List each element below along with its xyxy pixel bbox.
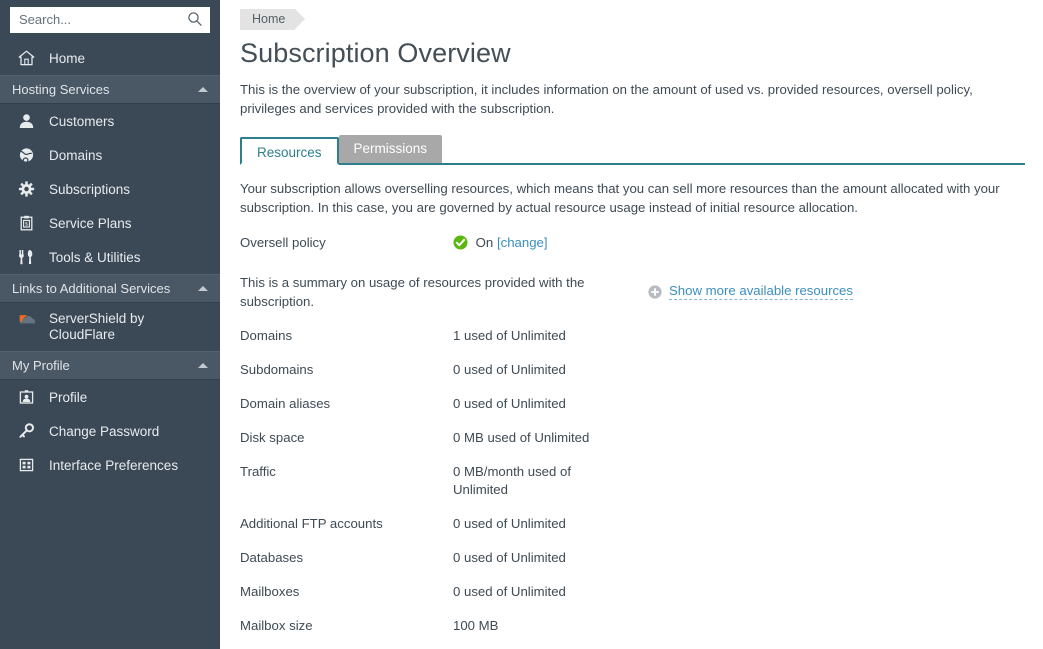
search-input[interactable] bbox=[11, 9, 209, 31]
clipboard-icon: $ bbox=[18, 214, 40, 232]
oversell-policy-label: Oversell policy bbox=[240, 235, 326, 250]
svg-text:$: $ bbox=[25, 222, 28, 228]
resource-value: 0 used of Unlimited bbox=[453, 584, 566, 599]
resource-name: Additional FTP accounts bbox=[240, 516, 383, 531]
resource-name: Mailbox size bbox=[240, 618, 313, 633]
app-root: Home Hosting Services Customers bbox=[0, 0, 1043, 649]
resource-name: Mailboxes bbox=[240, 584, 300, 599]
resource-row: Databases 0 used of Unlimited bbox=[240, 549, 1025, 567]
sidebar-item-interface-preferences[interactable]: Interface Preferences bbox=[0, 448, 220, 482]
sidebar-item-home[interactable]: Home bbox=[0, 41, 220, 75]
sidebar-group-title: My Profile bbox=[12, 358, 70, 373]
page-intro-text: This is the overview of your subscriptio… bbox=[240, 82, 973, 116]
breadcrumb: Home bbox=[240, 0, 1025, 31]
page-title: Subscription Overview bbox=[240, 38, 511, 68]
id-card-icon bbox=[18, 388, 40, 406]
resource-name: Domain aliases bbox=[240, 396, 331, 411]
resource-row: Additional FTP accounts 0 used of Unlimi… bbox=[240, 515, 1025, 533]
show-more-available-resources-button[interactable]: Show more available resources bbox=[648, 283, 853, 300]
summary-text: This is a summary on usage of resources … bbox=[240, 275, 585, 309]
tools-icon bbox=[18, 248, 40, 266]
resource-row: Domains 1 used of Unlimited bbox=[240, 327, 1025, 345]
search-box[interactable] bbox=[10, 7, 210, 33]
home-icon bbox=[18, 49, 40, 67]
grid-icon bbox=[18, 456, 40, 474]
sidebar-item-domains[interactable]: Domains bbox=[0, 138, 220, 172]
sidebar-item-label: Profile bbox=[49, 389, 88, 405]
resource-value: 0 used of Unlimited bbox=[453, 550, 566, 565]
sidebar-item-tools-utilities[interactable]: Tools & Utilities bbox=[0, 240, 220, 274]
resource-name: Domains bbox=[240, 328, 293, 343]
resource-name: Traffic bbox=[240, 464, 276, 479]
chevron-up-icon[interactable] bbox=[198, 363, 208, 368]
sidebar-group-my-profile[interactable]: My Profile bbox=[0, 351, 220, 380]
globe-icon bbox=[18, 146, 40, 164]
user-icon bbox=[18, 112, 40, 130]
resource-row: Mailbox size 100 MB bbox=[240, 617, 1025, 635]
sidebar-item-label: Home bbox=[49, 50, 86, 66]
resource-name: Databases bbox=[240, 550, 304, 565]
oversell-policy-value: On [change] bbox=[453, 234, 548, 255]
sidebar-item-label: Tools & Utilities bbox=[49, 249, 141, 265]
resource-value: 0 used of Unlimited bbox=[453, 362, 566, 377]
search-container bbox=[0, 0, 220, 41]
resource-row: Domain aliases 0 used of Unlimited bbox=[240, 395, 1025, 413]
summary-row: This is a summary on usage of resources … bbox=[240, 273, 1025, 311]
chevron-up-icon[interactable] bbox=[198, 286, 208, 291]
tab-intro-text: Your subscription allows overselling res… bbox=[240, 181, 1000, 215]
sidebar-item-label: Domains bbox=[49, 147, 103, 163]
resources-list: Domains 1 used of Unlimited Subdomains 0… bbox=[240, 327, 1025, 649]
oversell-change-link[interactable]: [change] bbox=[497, 235, 548, 250]
show-more-label: Show more available resources bbox=[669, 283, 853, 300]
tab-resources[interactable]: Resources bbox=[240, 137, 339, 165]
breadcrumb-item-home[interactable]: Home bbox=[240, 9, 306, 30]
sidebar-group-hosting-services[interactable]: Hosting Services bbox=[0, 75, 220, 104]
sidebar-item-label: Interface Preferences bbox=[49, 457, 179, 473]
resource-value: 0 MB used of Unlimited bbox=[453, 430, 590, 445]
resource-value: 100 MB bbox=[453, 618, 499, 633]
sidebar-group-links-additional-services[interactable]: Links to Additional Services bbox=[0, 274, 220, 303]
sidebar-item-label: Change Password bbox=[49, 423, 160, 439]
resource-value: 1 used of Unlimited bbox=[453, 328, 566, 343]
oversell-policy-row: Oversell policy On [change] bbox=[240, 234, 1025, 255]
resource-value: 0 MB/month used of Unlimited bbox=[453, 464, 572, 497]
sidebar-item-label: Subscriptions bbox=[49, 181, 131, 197]
sidebar-item-label: Service Plans bbox=[49, 215, 132, 231]
oversell-status-text: On bbox=[475, 235, 494, 250]
resource-row: Subdomains 0 used of Unlimited bbox=[240, 361, 1025, 379]
tab-bar: Resources Permissions bbox=[240, 135, 1025, 165]
resource-row: Disk space 0 MB used of Unlimited bbox=[240, 429, 1025, 447]
resource-value: 0 used of Unlimited bbox=[453, 516, 566, 531]
sidebar-item-servershield-cloudflare[interactable]: ServerShield by CloudFlare bbox=[0, 303, 220, 351]
sidebar-item-service-plans[interactable]: $ Service Plans bbox=[0, 206, 220, 240]
sidebar-item-label: Customers bbox=[49, 113, 115, 129]
check-circle-icon bbox=[453, 235, 468, 255]
sidebar-item-profile[interactable]: Profile bbox=[0, 380, 220, 414]
cloudflare-icon bbox=[18, 311, 40, 329]
resource-row: Mailboxes 0 used of Unlimited bbox=[240, 583, 1025, 601]
search-icon[interactable] bbox=[187, 11, 203, 27]
resource-name: Subdomains bbox=[240, 362, 314, 377]
tab-permissions[interactable]: Permissions bbox=[338, 135, 443, 163]
sidebar-group-title: Hosting Services bbox=[12, 82, 110, 97]
resource-name: Disk space bbox=[240, 430, 305, 445]
resource-value: 0 used of Unlimited bbox=[453, 396, 566, 411]
sidebar-group-title: Links to Additional Services bbox=[12, 281, 171, 296]
sidebar-item-customers[interactable]: Customers bbox=[0, 104, 220, 138]
key-icon bbox=[18, 422, 40, 440]
gear-icon bbox=[18, 180, 40, 198]
sidebar-item-change-password[interactable]: Change Password bbox=[0, 414, 220, 448]
resource-row: Traffic 0 MB/month used of Unlimited bbox=[240, 463, 1025, 499]
sidebar: Home Hosting Services Customers bbox=[0, 0, 220, 649]
plus-circle-icon bbox=[648, 284, 662, 299]
chevron-up-icon[interactable] bbox=[198, 87, 208, 92]
sidebar-item-subscriptions[interactable]: Subscriptions bbox=[0, 172, 220, 206]
sidebar-item-label: ServerShield by CloudFlare bbox=[49, 311, 145, 342]
main-content: Home Subscription Overview This is the o… bbox=[220, 0, 1043, 649]
